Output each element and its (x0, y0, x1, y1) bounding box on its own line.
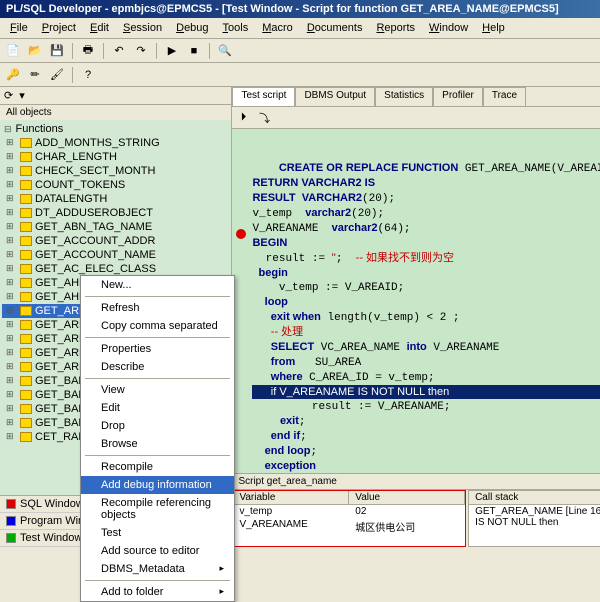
menu-item-drop[interactable]: Drop (81, 417, 234, 435)
tree-item[interactable]: GET_ACCOUNT_ADDR (2, 234, 229, 248)
tab-statistics[interactable]: Statistics (375, 87, 433, 106)
debug-panel: Variable Value v_temp02V_AREANAME城区供电公司 … (232, 489, 600, 547)
menu-item-edit[interactable]: Edit (81, 399, 234, 417)
title-bar: PL/SQL Developer - epmbjcs@EPMCS5 - [Tes… (0, 0, 600, 18)
undo-icon[interactable]: ↶ (110, 42, 128, 60)
callstack-header: Call stack (469, 491, 600, 505)
tree-item[interactable]: GET_ABN_TAG_NAME (2, 220, 229, 234)
step-icon[interactable]: ⏵ (234, 109, 252, 127)
code-editor[interactable]: CREATE OR REPLACE FUNCTION GET_AREA_NAME… (232, 129, 600, 473)
tree-item[interactable]: GET_AC_ELEC_CLASS (2, 262, 229, 276)
menu-edit[interactable]: Edit (84, 20, 115, 36)
toolbar-1: 📄 📂 💾 🖶 ↶ ↷ ▶ ■ 🔍 (0, 39, 600, 63)
menu-project[interactable]: Project (36, 20, 82, 36)
menu-item-new-[interactable]: New... (81, 276, 234, 294)
menu-item-view[interactable]: View (81, 381, 234, 399)
brush-icon[interactable]: 🖌 (48, 66, 66, 84)
context-menu: New... RefreshCopy comma separated Propert… (80, 275, 235, 602)
stop-icon[interactable]: ■ (185, 42, 203, 60)
variables-panel: Variable Value v_temp02V_AREANAME城区供电公司 (232, 490, 466, 547)
window-title: PL/SQL Developer - epmbjcs@EPMCS5 - [Tes… (6, 3, 559, 15)
tree-item[interactable]: CHAR_LENGTH (2, 150, 229, 164)
menu-debug[interactable]: Debug (170, 20, 214, 36)
menu-item-dbms-metadata[interactable]: DBMS_Metadata (81, 560, 234, 578)
browser-toolbar: ⟳ ▾ (0, 87, 231, 105)
callstack-panel: Call stack GET_AREA_NAME [Line 16] if V_… (468, 490, 600, 547)
menu-item-add-to-folder[interactable]: Add to folder (81, 583, 234, 601)
tree-root-functions[interactable]: Functions (2, 122, 229, 136)
tab-test-script[interactable]: Test script (232, 87, 295, 106)
menu-item-test[interactable]: Test (81, 524, 234, 542)
tree-item[interactable]: CHECK_SECT_MONTH (2, 164, 229, 178)
menu-help[interactable]: Help (476, 20, 511, 36)
eraser-icon[interactable]: ✏ (26, 66, 44, 84)
new-icon[interactable]: 📄 (4, 42, 22, 60)
menu-item-recompile[interactable]: Recompile (81, 458, 234, 476)
menu-item-copy-comma-separated[interactable]: Copy comma separated (81, 317, 234, 335)
step-over-icon[interactable]: ⤵ (255, 109, 273, 127)
menu-reports[interactable]: Reports (370, 20, 421, 36)
tree-item[interactable]: DATALENGTH (2, 192, 229, 206)
variable-row[interactable]: V_AREANAME城区供电公司 (233, 518, 465, 535)
browser-title: All objects (0, 105, 231, 120)
redo-icon[interactable]: ↷ (132, 42, 150, 60)
menu-tools[interactable]: Tools (217, 20, 255, 36)
menu-item-browse[interactable]: Browse (81, 435, 234, 453)
menu-item-properties[interactable]: Properties (81, 340, 234, 358)
open-icon[interactable]: 📂 (26, 42, 44, 60)
code-toolbar: ⏵ ⤵ (232, 107, 600, 129)
menu-item-describe[interactable]: Describe (81, 358, 234, 376)
save-icon[interactable]: 💾 (48, 42, 66, 60)
help-icon[interactable]: ? (79, 66, 97, 84)
tree-item[interactable]: GET_ACCOUNT_NAME (2, 248, 229, 262)
menu-item-add-source-to-editor[interactable]: Add source to editor (81, 542, 234, 560)
menu-item-add-debug-information[interactable]: Add debug information (81, 476, 234, 494)
filter-icon[interactable]: ▾ (19, 89, 25, 102)
menu-bar: FileProjectEditSessionDebugToolsMacroDoc… (0, 18, 600, 39)
tab-profiler[interactable]: Profiler (433, 87, 483, 106)
breakpoint-icon[interactable] (236, 229, 246, 239)
run-icon[interactable]: ▶ (163, 42, 181, 60)
find-icon[interactable]: 🔍 (216, 42, 234, 60)
tab-dbms-output[interactable]: DBMS Output (295, 87, 375, 106)
refresh-icon[interactable]: ⟳ (4, 89, 13, 102)
callstack-row[interactable]: GET_AREA_NAME [Line 16] if V_AREANAME IS… (469, 505, 600, 529)
key-icon[interactable]: 🔑 (4, 66, 22, 84)
tree-item[interactable]: DT_ADDUSEROBJECT (2, 206, 229, 220)
menu-file[interactable]: File (4, 20, 34, 36)
var-header-name: Variable (233, 491, 349, 504)
menu-item-refresh[interactable]: Refresh (81, 299, 234, 317)
editor-panel: Test scriptDBMS OutputStatisticsProfiler… (232, 87, 600, 547)
menu-window[interactable]: Window (423, 20, 474, 36)
var-header-value: Value (349, 491, 465, 504)
toolbar-2: 🔑 ✏ 🖌 ? (0, 63, 600, 87)
variable-row[interactable]: v_temp02 (233, 505, 465, 518)
menu-documents[interactable]: Documents (301, 20, 369, 36)
tree-item[interactable]: COUNT_TOKENS (2, 178, 229, 192)
tab-trace[interactable]: Trace (483, 87, 526, 106)
tree-item[interactable]: ADD_MONTHS_STRING (2, 136, 229, 150)
menu-macro[interactable]: Macro (256, 20, 299, 36)
script-tab[interactable]: Script get_area_name (232, 473, 600, 489)
print-icon[interactable]: 🖶 (79, 42, 97, 60)
menu-item-recompile-referencing-objects[interactable]: Recompile referencing objects (81, 494, 234, 524)
output-tabs: Test scriptDBMS OutputStatisticsProfiler… (232, 87, 600, 107)
menu-session[interactable]: Session (117, 20, 168, 36)
